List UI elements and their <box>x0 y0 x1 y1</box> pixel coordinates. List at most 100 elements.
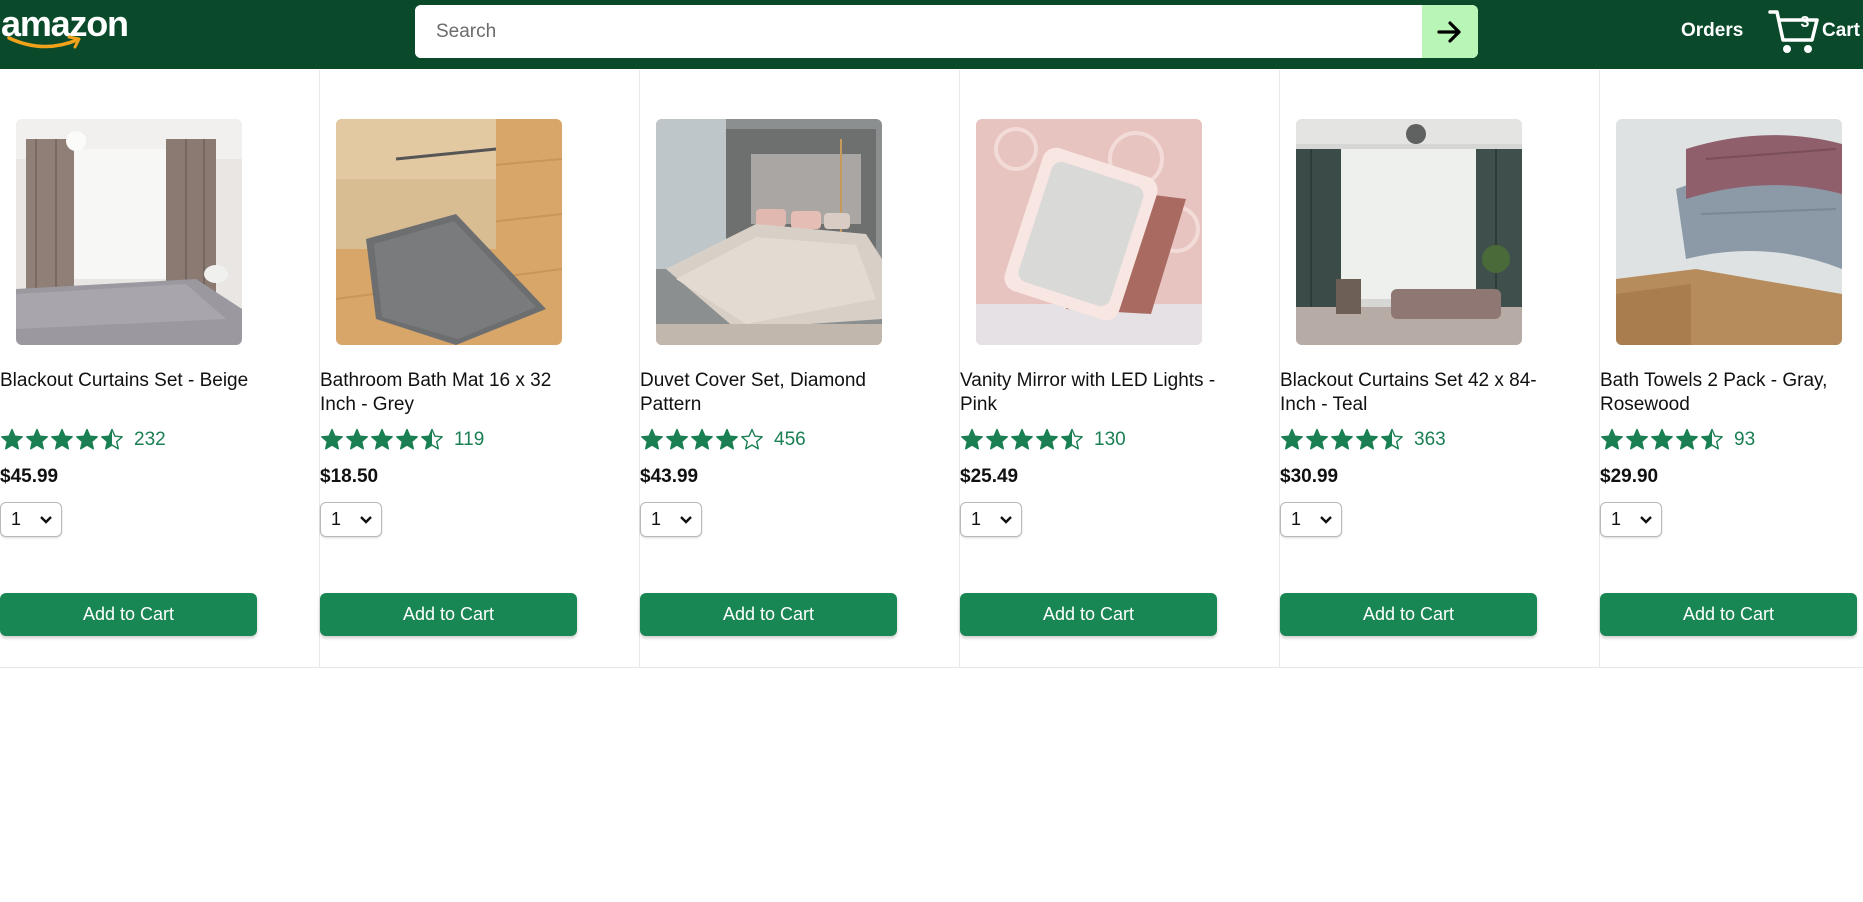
add-to-cart-button[interactable]: Add to Cart <box>1280 593 1537 636</box>
quantity-select[interactable]: 1 <box>1600 502 1662 537</box>
product-name[interactable]: Duvet Cover Set, Diamond Pattern <box>640 369 905 417</box>
rating-count[interactable]: 456 <box>774 429 806 451</box>
star-full-icon <box>1036 428 1058 450</box>
product-card: Duvet Cover Set, Diamond Pattern 456 $43… <box>640 70 960 667</box>
vanity-mirror-image <box>976 119 1202 345</box>
search-input[interactable] <box>415 5 1422 58</box>
add-to-cart-button[interactable]: Add to Cart <box>320 593 577 636</box>
search-button[interactable] <box>1422 5 1478 58</box>
chevron-down-icon <box>680 516 692 524</box>
product-rating: 232 <box>0 426 166 454</box>
bedroom-curtains-image <box>16 119 242 345</box>
quantity-select[interactable]: 1 <box>0 502 62 537</box>
product-card: Bathroom Bath Mat 16 x 32 Inch - Grey 11… <box>320 70 640 667</box>
product-price: $25.49 <box>960 466 1019 487</box>
star-half-icon <box>1381 428 1403 450</box>
teal-curtains-image <box>1296 119 1522 345</box>
product-image[interactable] <box>336 119 562 345</box>
star-full-icon <box>641 428 663 450</box>
star-full-icon <box>321 428 343 450</box>
star-full-icon <box>371 428 393 450</box>
star-full-icon <box>986 428 1008 450</box>
duvet-bedroom-image <box>656 119 882 345</box>
rating-count[interactable]: 130 <box>1094 429 1126 451</box>
cart-label: Cart <box>1822 20 1861 41</box>
product-name[interactable]: Blackout Curtains Set - Beige <box>0 369 265 393</box>
amazon-logo[interactable]: amazon <box>1 4 131 52</box>
add-to-cart-button[interactable]: Add to Cart <box>960 593 1217 636</box>
product-card: Vanity Mirror with LED Lights - Pink 130… <box>960 70 1280 667</box>
rating-count[interactable]: 363 <box>1414 429 1446 451</box>
product-image[interactable] <box>16 119 242 345</box>
product-price: $29.90 <box>1600 466 1659 487</box>
rating-stars <box>640 428 764 452</box>
rating-count[interactable]: 93 <box>1734 429 1755 451</box>
product-rating: 456 <box>640 426 806 454</box>
cart-link[interactable]: 3 Cart <box>1768 8 1863 58</box>
rating-stars <box>1280 428 1404 452</box>
cart-count-badge: 3 <box>1800 14 1810 31</box>
star-full-icon <box>1011 428 1033 450</box>
product-rating: 363 <box>1280 426 1446 454</box>
product-name[interactable]: Bathroom Bath Mat 16 x 32 Inch - Grey <box>320 369 585 417</box>
quantity-value: 1 <box>1291 509 1302 529</box>
rating-stars <box>960 428 1084 452</box>
product-grid: Blackout Curtains Set - Beige 232 $45.99… <box>0 70 1863 668</box>
star-full-icon <box>666 428 688 450</box>
quantity-select[interactable]: 1 <box>960 502 1022 537</box>
quantity-select[interactable]: 1 <box>320 502 382 537</box>
orders-link[interactable]: Orders <box>1681 20 1743 42</box>
add-to-cart-button[interactable]: Add to Cart <box>640 593 897 636</box>
star-full-icon <box>1601 428 1623 450</box>
quantity-select[interactable]: 1 <box>640 502 702 537</box>
product-image[interactable] <box>1296 119 1522 345</box>
product-card: Bath Towels 2 Pack - Gray, Rosewood 93 $… <box>1600 70 1863 667</box>
product-price: $43.99 <box>640 466 699 487</box>
product-name[interactable]: Bath Towels 2 Pack - Gray, Rosewood <box>1600 369 1863 417</box>
bath-mat-image <box>336 119 562 345</box>
product-card: Blackout Curtains Set 42 x 84-Inch - Tea… <box>1280 70 1600 667</box>
star-full-icon <box>346 428 368 450</box>
rating-count[interactable]: 232 <box>134 429 166 451</box>
chevron-down-icon <box>360 516 372 524</box>
add-to-cart-button[interactable]: Add to Cart <box>1600 593 1857 636</box>
star-full-icon <box>1356 428 1378 450</box>
quantity-value: 1 <box>11 509 22 529</box>
star-half-icon <box>1701 428 1723 450</box>
star-full-icon <box>26 428 48 450</box>
star-full-icon <box>1281 428 1303 450</box>
quantity-value: 1 <box>651 509 662 529</box>
star-half-icon <box>421 428 443 450</box>
quantity-value: 1 <box>1611 509 1622 529</box>
quantity-select[interactable]: 1 <box>1280 502 1342 537</box>
star-full-icon <box>1331 428 1353 450</box>
product-rating: 130 <box>960 426 1126 454</box>
product-image[interactable] <box>656 119 882 345</box>
product-image[interactable] <box>976 119 1202 345</box>
chevron-down-icon <box>1640 516 1652 524</box>
star-full-icon <box>1306 428 1328 450</box>
quantity-value: 1 <box>971 509 982 529</box>
star-full-icon <box>51 428 73 450</box>
star-full-icon <box>1626 428 1648 450</box>
product-rating: 93 <box>1600 426 1755 454</box>
product-name[interactable]: Blackout Curtains Set 42 x 84-Inch - Tea… <box>1280 369 1545 417</box>
chevron-down-icon <box>1320 516 1332 524</box>
product-image[interactable] <box>1616 119 1842 345</box>
star-full-icon <box>1 428 23 450</box>
star-full-icon <box>1651 428 1673 450</box>
chevron-down-icon <box>1000 516 1012 524</box>
star-empty-icon <box>741 428 763 450</box>
star-full-icon <box>716 428 738 450</box>
star-full-icon <box>1676 428 1698 450</box>
star-half-icon <box>1061 428 1083 450</box>
product-price: $18.50 <box>320 466 379 487</box>
chevron-down-icon <box>40 516 52 524</box>
towels-image <box>1616 119 1842 345</box>
product-price: $45.99 <box>0 466 59 487</box>
product-name[interactable]: Vanity Mirror with LED Lights - Pink <box>960 369 1225 417</box>
rating-count[interactable]: 119 <box>454 429 484 451</box>
arrow-right-icon <box>1437 20 1461 43</box>
product-price: $30.99 <box>1280 466 1339 487</box>
add-to-cart-button[interactable]: Add to Cart <box>0 593 257 636</box>
